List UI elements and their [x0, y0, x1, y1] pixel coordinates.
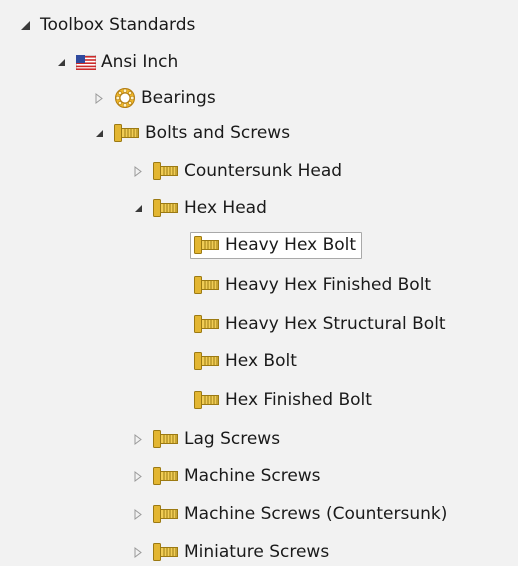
bolt-icon	[153, 543, 179, 561]
collapsed-arrow-icon[interactable]	[131, 545, 145, 559]
bolt-icon	[194, 391, 220, 409]
tree-node-label: Heavy Hex Finished Bolt	[225, 275, 432, 295]
bolt-icon	[194, 276, 220, 294]
collapsed-arrow-icon[interactable]	[131, 164, 145, 178]
bolt-icon	[194, 235, 220, 254]
tree-node-label: Bolts and Screws	[145, 123, 291, 143]
bearing-icon	[114, 87, 136, 109]
tree-node-heavy-hex-structural-bolt[interactable]: Heavy Hex Structural Bolt	[194, 306, 446, 342]
tree-node-bolts-and-screws[interactable]: Bolts and Screws	[92, 115, 290, 151]
bolt-icon	[194, 352, 220, 370]
tree-node-miniature-screws[interactable]: Miniature Screws	[131, 534, 329, 570]
tree-node-heavy-hex-bolt[interactable]: Heavy Hex Bolt	[190, 227, 363, 263]
bolt-icon	[153, 162, 179, 180]
expanded-arrow-icon[interactable]	[54, 55, 68, 69]
tree-node-root[interactable]: Toolbox Standards	[18, 7, 195, 43]
bolt-icon	[153, 430, 179, 448]
tree-node-label: Bearings	[141, 88, 216, 108]
tree-node-label: Hex Finished Bolt	[225, 390, 372, 410]
tree-node-countersunk-head[interactable]: Countersunk Head	[131, 153, 342, 189]
tree-node-lag-screws[interactable]: Lag Screws	[131, 421, 280, 457]
bolt-icon	[194, 315, 220, 333]
bolt-icon	[153, 505, 179, 523]
tree-node-label: Heavy Hex Bolt	[225, 234, 357, 255]
expanded-arrow-icon[interactable]	[18, 18, 32, 32]
tree-node-label: Miniature Screws	[184, 542, 330, 562]
tree-node-label: Ansi Inch	[101, 52, 179, 72]
collapsed-arrow-icon[interactable]	[131, 432, 145, 446]
selected-item[interactable]: Heavy Hex Bolt	[190, 231, 363, 259]
tree-node-label: Countersunk Head	[184, 161, 343, 181]
collapsed-arrow-icon[interactable]	[131, 469, 145, 483]
tree-node-hex-bolt[interactable]: Hex Bolt	[194, 343, 297, 379]
us-flag-icon	[76, 54, 96, 70]
tree-node-heavy-hex-finished-bolt[interactable]: Heavy Hex Finished Bolt	[194, 267, 431, 303]
collapsed-arrow-icon[interactable]	[92, 91, 106, 105]
tree-node-machine-screws-countersunk[interactable]: Machine Screws (Countersunk)	[131, 496, 447, 532]
tree-node-ansi-inch[interactable]: Ansi Inch	[54, 44, 178, 80]
bolt-icon	[114, 124, 140, 142]
expanded-arrow-icon[interactable]	[131, 201, 145, 215]
tree-node-label: Hex Bolt	[225, 351, 297, 371]
tree-node-hex-head[interactable]: Hex Head	[131, 190, 267, 226]
tree-node-label: Heavy Hex Structural Bolt	[225, 314, 446, 334]
collapsed-arrow-icon[interactable]	[131, 507, 145, 521]
tree-node-label: Machine Screws (Countersunk)	[184, 504, 448, 524]
tree-node-bearings[interactable]: Bearings	[92, 80, 216, 116]
expanded-arrow-icon[interactable]	[92, 126, 106, 140]
tree-node-hex-finished-bolt[interactable]: Hex Finished Bolt	[194, 382, 372, 418]
tree-node-label: Machine Screws	[184, 466, 321, 486]
toolbox-tree: Toolbox Standards Ansi Inch Bearings Bol…	[0, 0, 518, 566]
tree-node-label: Toolbox Standards	[40, 15, 196, 35]
tree-node-machine-screws[interactable]: Machine Screws	[131, 458, 321, 494]
bolt-icon	[153, 199, 179, 217]
tree-node-label: Lag Screws	[184, 429, 281, 449]
bolt-icon	[153, 467, 179, 485]
tree-node-label: Hex Head	[184, 198, 267, 218]
